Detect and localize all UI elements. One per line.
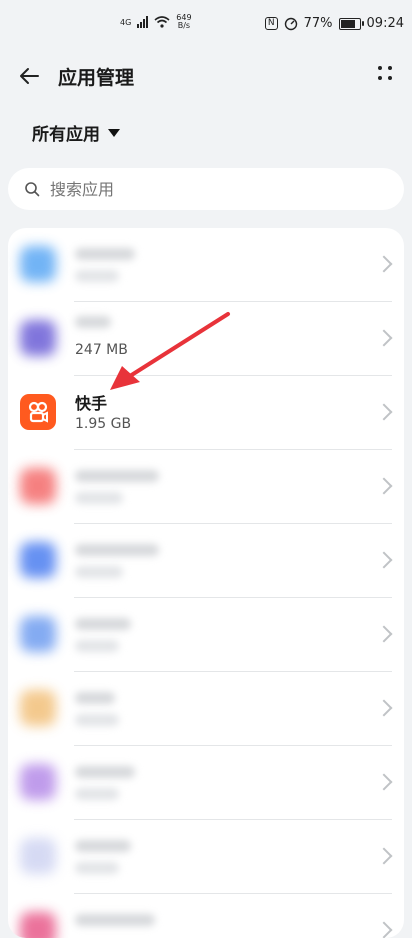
nfc-icon: N [264, 17, 278, 30]
signal-label: 4G [120, 17, 132, 27]
app-list-item[interactable] [8, 820, 404, 894]
search-icon [25, 182, 40, 197]
chevron-right-icon [375, 847, 393, 865]
chevron-right-icon [375, 699, 393, 717]
blurred-name [75, 692, 115, 704]
chevron-right-icon [375, 477, 393, 495]
blurred-name [75, 914, 155, 926]
blurred-name [75, 840, 131, 852]
chevron-right-icon [375, 329, 393, 347]
status-right: N 77% 09:24 [264, 16, 404, 31]
blurred-name [75, 766, 135, 778]
gauge-icon [284, 17, 297, 30]
app-list-item[interactable]: 247 MB [8, 302, 404, 376]
blurred-name [75, 618, 131, 630]
blurred-size [75, 270, 119, 282]
app-icon [20, 542, 56, 578]
blurred-name [75, 544, 159, 556]
blurred-name [75, 470, 159, 482]
app-icon [20, 912, 56, 938]
app-bar: 应用管理 [0, 56, 412, 96]
app-list-item[interactable] [8, 524, 404, 598]
search-bar[interactable] [8, 168, 404, 210]
network-speed: 649 B/s [176, 14, 191, 30]
page-title: 应用管理 [58, 67, 135, 89]
signal-icon [137, 16, 149, 28]
blurred-size [75, 566, 123, 578]
caret-down-icon [108, 128, 120, 137]
battery-percent: 77% [303, 16, 333, 31]
app-icon [20, 690, 56, 726]
status-bar: 4G 649 B/s N 77% 09:24 [0, 0, 412, 48]
app-icon [20, 616, 56, 652]
app-icon [20, 468, 56, 504]
kuaishou-app-icon [20, 394, 56, 430]
wifi-icon [154, 16, 170, 28]
search-input[interactable] [48, 178, 372, 200]
blurred-name [75, 316, 111, 328]
blurred-name [75, 248, 135, 260]
status-network: 4G 649 B/s [120, 14, 192, 30]
app-list: 247 MB 快手 1.95 GB [8, 228, 404, 938]
app-icon [20, 320, 56, 356]
chevron-right-icon [375, 773, 393, 791]
app-icon [20, 246, 56, 282]
blurred-size [75, 640, 119, 652]
speed-unit: B/s [177, 21, 191, 30]
blurred-size [75, 492, 123, 504]
app-list-item[interactable] [8, 598, 404, 672]
app-size: 247 MB [75, 342, 128, 358]
clock: 09:24 [366, 16, 404, 31]
blurred-size [75, 862, 119, 874]
battery-icon [338, 17, 364, 30]
app-list-item[interactable] [8, 450, 404, 524]
app-name: 快手 [75, 394, 108, 413]
chevron-right-icon [375, 551, 393, 569]
chevron-right-icon [375, 921, 393, 938]
blurred-size [75, 788, 119, 800]
chevron-right-icon [375, 625, 393, 643]
blurred-size [75, 714, 119, 726]
app-list-item[interactable] [8, 672, 404, 746]
app-list-item[interactable] [8, 894, 404, 938]
chevron-right-icon [375, 255, 393, 273]
app-list-item[interactable] [8, 746, 404, 820]
app-filter-dropdown[interactable]: 所有应用 [32, 120, 120, 145]
more-options-icon[interactable] [376, 64, 396, 84]
app-list-item[interactable] [8, 228, 404, 302]
app-icon [20, 838, 56, 874]
back-arrow-icon[interactable] [16, 62, 44, 90]
app-size: 1.95 GB [75, 416, 132, 432]
filter-label: 所有应用 [32, 125, 100, 145]
chevron-right-icon [375, 403, 393, 421]
app-icon [20, 764, 56, 800]
kuaishou-logo-icon [28, 401, 48, 423]
app-list-item-kuaishou[interactable]: 快手 1.95 GB [8, 376, 404, 450]
